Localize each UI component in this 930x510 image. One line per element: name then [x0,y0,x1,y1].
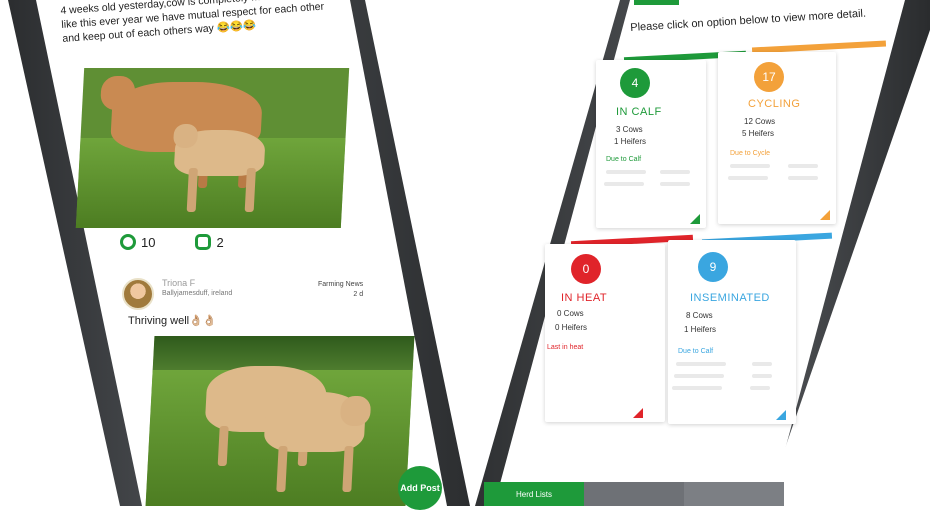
header-accent [634,0,679,5]
card-corner-mark [776,410,786,420]
cycling-status: CYCLING [748,98,801,110]
placeholder-line [674,374,724,378]
avatar[interactable] [122,278,154,310]
in-heat-count-badge: 0 [571,254,601,284]
cow-and-calf-photo[interactable] [75,68,350,228]
tab-tertiary[interactable] [684,482,784,506]
like-reaction[interactable]: 10 [120,234,155,250]
card-corner-mark [820,210,830,220]
tab-secondary[interactable] [584,482,684,506]
inseminated-heifers: 1 Heifers [684,325,717,334]
card-corner-mark [633,408,643,418]
source-time: 2 d [353,291,364,298]
inseminated-cows: 8 Cows [686,311,713,320]
comment-icon [195,234,212,250]
photo-trees [152,336,415,370]
inseminated-status: INSEMINATED [690,292,770,304]
in-calf-status: IN CALF [616,106,662,118]
post-author[interactable]: Triona F Ballyjamesduff, ireland [122,278,232,310]
source-name: Farming News [318,281,364,288]
like-count: 10 [141,234,156,250]
in-calf-cows: 3 Cows [616,125,643,134]
reaction-bar: 10 2 [120,234,224,250]
in-heat-status: IN HEAT [561,292,608,304]
in-heat-cows: 0 Cows [557,309,584,318]
placeholder-line [676,362,726,366]
card-corner-mark [690,214,700,224]
placeholder-line [752,374,772,378]
post-source: Farming News 2 d [318,280,363,300]
comment-reaction[interactable]: 2 [195,234,224,250]
inseminated-link[interactable]: Due to Calf [678,348,713,355]
inseminated-count-badge: 9 [698,252,728,282]
in-calf-link[interactable]: Due to Calf [606,156,641,163]
cycling-link[interactable]: Due to Cycle [730,150,770,157]
inseminated-card[interactable]: 9 INSEMINATED 8 Cows 1 Heifers Due to Ca… [668,240,796,424]
stage: 4 weeks old yesterday,cow is completely … [0,0,930,510]
placeholder-line [728,176,768,180]
placeholder-line [788,176,818,180]
placeholder-line [660,182,690,186]
in-heat-heifers: 0 Heifers [555,323,588,332]
heifers-photo[interactable] [145,336,415,506]
add-post-button[interactable]: Add Post [398,466,442,510]
in-calf-count-badge: 4 [620,68,650,98]
bottom-nav: Herd Lists [484,482,784,506]
thumbs-icon [120,234,136,250]
placeholder-line [660,170,690,174]
placeholder-line [672,386,722,390]
cycling-heifers: 5 Heifers [742,129,775,138]
author-location: Ballyjamesduff, ireland [162,290,233,297]
in-heat-card[interactable]: 0 IN HEAT 0 Cows 0 Heifers Last in heat [545,244,665,422]
author-name: Triona F [162,278,196,288]
in-calf-heifers: 1 Heifers [614,137,647,146]
cycling-count-badge: 17 [754,62,784,92]
placeholder-line [752,362,772,366]
cycling-card[interactable]: 17 CYCLING 12 Cows 5 Heifers Due to Cycl… [718,52,836,224]
placeholder-line [788,164,818,168]
post2-text: Thriving well👌🏼👌🏼 [128,315,217,327]
placeholder-line [750,386,770,390]
placeholder-line [730,164,770,168]
in-calf-card[interactable]: 4 IN CALF 3 Cows 1 Heifers Due to Calf [596,60,706,228]
in-heat-link[interactable]: Last in heat [547,344,583,351]
comment-count: 2 [216,234,224,250]
cycling-cows: 12 Cows [744,117,776,126]
tab-herd-lists[interactable]: Herd Lists [484,482,584,506]
placeholder-line [606,170,646,174]
placeholder-line [604,182,644,186]
